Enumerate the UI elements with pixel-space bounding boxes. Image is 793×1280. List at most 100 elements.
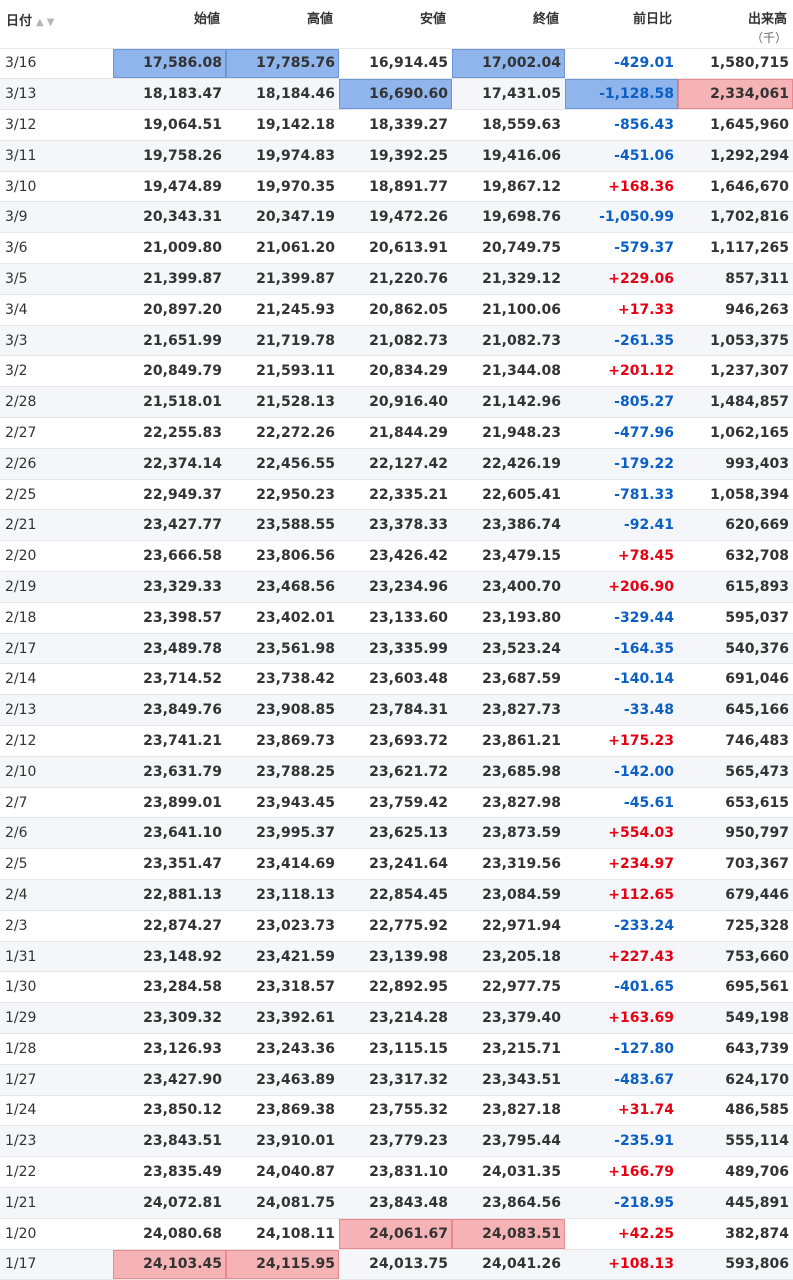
cell-volume: 2,334,061 — [678, 78, 793, 111]
cell-close: 23,205.18 — [452, 941, 565, 973]
cell-low: 23,335.99 — [339, 633, 452, 665]
column-header-close[interactable]: 終値 — [452, 0, 565, 49]
cell-change: -142.00 — [565, 756, 678, 788]
table-row: 3/13 18,183.47 18,184.46 16,690.60 17,431.05… — [0, 78, 793, 111]
cell-low: 19,392.25 — [339, 140, 452, 172]
table-row: 3/2 20,849.79 21,593.11 20,834.29 21,344.08 +… — [0, 355, 793, 388]
cell-volume: 753,660 — [678, 941, 793, 973]
cell-high: 21,399.87 — [226, 263, 339, 295]
cell-volume: 1,580,715 — [678, 48, 793, 80]
cell-date: 3/5 — [0, 263, 113, 295]
column-header-volume[interactable]: 出来高 （千） — [678, 0, 793, 49]
cell-volume: 489,706 — [678, 1156, 793, 1188]
column-header-open[interactable]: 始値 — [113, 0, 226, 49]
cell-volume: 946,263 — [678, 294, 793, 326]
cell-high: 22,272.26 — [226, 417, 339, 449]
table-row: 3/12 19,064.51 19,142.18 18,339.27 18,559.63… — [0, 109, 793, 141]
cell-change: -483.67 — [565, 1064, 678, 1096]
cell-high: 23,463.89 — [226, 1064, 339, 1096]
cell-high: 23,943.45 — [226, 787, 339, 819]
cell-date: 3/9 — [0, 201, 113, 234]
cell-low: 23,759.42 — [339, 787, 452, 819]
cell-volume: 555,114 — [678, 1125, 793, 1158]
cell-close: 23,795.44 — [452, 1125, 565, 1158]
cell-date: 2/12 — [0, 725, 113, 757]
column-header-change[interactable]: 前日比 — [565, 0, 678, 49]
cell-change: -579.37 — [565, 232, 678, 265]
cell-date: 1/31 — [0, 941, 113, 973]
cell-date: 3/13 — [0, 78, 113, 111]
cell-high: 19,970.35 — [226, 171, 339, 203]
cell-date: 2/18 — [0, 602, 113, 634]
cell-open: 24,103.45 — [113, 1249, 226, 1280]
cell-change: +201.12 — [565, 355, 678, 388]
cell-volume: 993,403 — [678, 448, 793, 480]
cell-date: 1/17 — [0, 1249, 113, 1280]
cell-open: 23,843.51 — [113, 1125, 226, 1158]
cell-high: 24,040.87 — [226, 1156, 339, 1188]
cell-date: 3/12 — [0, 109, 113, 141]
column-header-high-label: 高値 — [306, 12, 333, 27]
cell-high: 23,806.56 — [226, 540, 339, 573]
cell-close: 23,523.24 — [452, 633, 565, 665]
cell-low: 20,916.40 — [339, 386, 452, 419]
cell-close: 18,559.63 — [452, 109, 565, 141]
cell-date: 3/6 — [0, 232, 113, 265]
cell-date: 2/27 — [0, 417, 113, 449]
cell-close: 22,971.94 — [452, 910, 565, 942]
table-row: 2/26 22,374.14 22,456.55 22,127.42 22,426.19… — [0, 448, 793, 480]
cell-low: 23,621.72 — [339, 756, 452, 788]
cell-low: 24,061.67 — [339, 1218, 452, 1250]
cell-volume: 593,806 — [678, 1249, 793, 1280]
cell-close: 22,426.19 — [452, 448, 565, 480]
cell-open: 23,489.78 — [113, 633, 226, 665]
table-row: 1/21 24,072.81 24,081.75 23,843.48 23,864.56… — [0, 1187, 793, 1219]
cell-high: 23,588.55 — [226, 509, 339, 542]
cell-volume: 1,053,375 — [678, 325, 793, 357]
cell-high: 21,593.11 — [226, 355, 339, 388]
column-header-date[interactable]: 日付 ▲▼ — [0, 0, 113, 49]
cell-volume: 643,739 — [678, 1033, 793, 1065]
table-row: 3/11 19,758.26 19,974.83 19,392.25 19,416.06… — [0, 140, 793, 172]
cell-date: 2/6 — [0, 817, 113, 850]
table-row: 3/5 21,399.87 21,399.87 21,220.76 21,329.12 +… — [0, 263, 793, 295]
cell-low: 23,378.33 — [339, 509, 452, 542]
cell-low: 23,843.48 — [339, 1187, 452, 1219]
cell-open: 23,427.90 — [113, 1064, 226, 1096]
cell-date: 2/13 — [0, 694, 113, 727]
column-header-open-label: 始値 — [193, 12, 220, 27]
cell-volume: 645,166 — [678, 694, 793, 727]
cell-high: 24,115.95 — [226, 1249, 339, 1280]
cell-close: 23,687.59 — [452, 663, 565, 696]
column-header-low[interactable]: 安値 — [339, 0, 452, 49]
cell-change: -805.27 — [565, 386, 678, 419]
cell-change: +234.97 — [565, 848, 678, 881]
cell-date: 2/10 — [0, 756, 113, 788]
cell-date: 2/5 — [0, 848, 113, 881]
cell-low: 22,127.42 — [339, 448, 452, 480]
cell-high: 21,245.93 — [226, 294, 339, 326]
cell-volume: 540,376 — [678, 633, 793, 665]
cell-high: 23,023.73 — [226, 910, 339, 942]
cell-close: 24,083.51 — [452, 1218, 565, 1250]
cell-low: 23,779.23 — [339, 1125, 452, 1158]
cell-low: 23,784.31 — [339, 694, 452, 727]
cell-low: 23,234.96 — [339, 571, 452, 603]
cell-close: 23,864.56 — [452, 1187, 565, 1219]
cell-high: 21,528.13 — [226, 386, 339, 419]
cell-change: -33.48 — [565, 694, 678, 727]
cell-low: 20,613.91 — [339, 232, 452, 265]
volume-unit-label: （千） — [750, 31, 787, 45]
column-header-high[interactable]: 高値 — [226, 0, 339, 49]
cell-high: 23,118.13 — [226, 879, 339, 911]
cell-change: +17.33 — [565, 294, 678, 326]
sort-up-down-icon[interactable]: ▲▼ — [36, 17, 57, 28]
cell-open: 20,343.31 — [113, 201, 226, 234]
cell-high: 23,869.38 — [226, 1095, 339, 1127]
cell-close: 23,873.59 — [452, 817, 565, 850]
cell-low: 23,426.42 — [339, 540, 452, 573]
cell-low: 23,115.15 — [339, 1033, 452, 1065]
cell-close: 22,605.41 — [452, 479, 565, 511]
cell-open: 20,849.79 — [113, 355, 226, 388]
table-body: 3/16 17,586.08 17,785.76 16,914.45 17,002.04… — [0, 48, 793, 1280]
